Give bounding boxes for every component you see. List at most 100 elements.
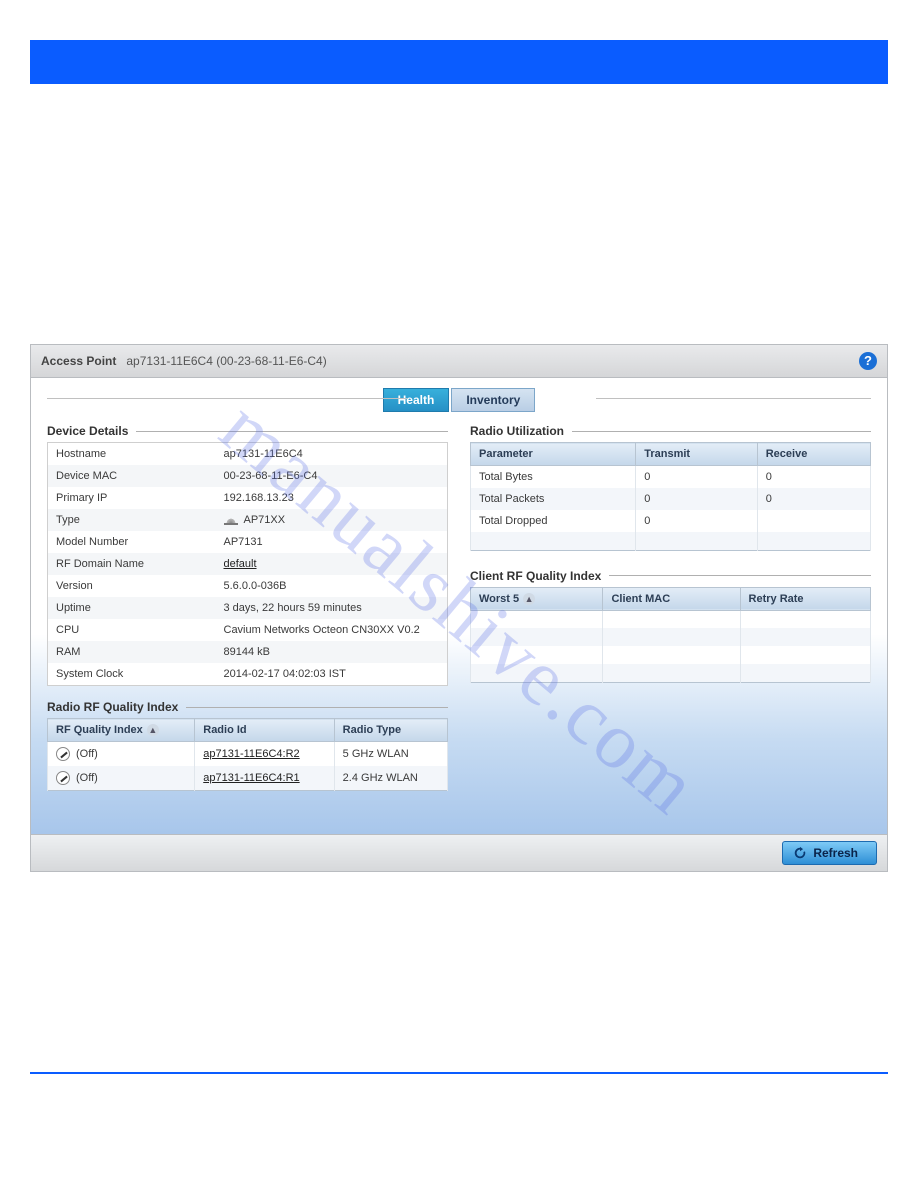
table-row: Uptime3 days, 22 hours 59 minutes [48,597,448,619]
top-banner [30,40,888,84]
rf-status-cell: (Off) [48,742,195,767]
table-row [471,610,871,628]
radio-id-cell[interactable]: ap7131-11E6C4:R2 [195,742,334,767]
table-row: RAM89144 kB [48,641,448,663]
sort-asc-icon[interactable]: ▲ [147,724,159,736]
detail-value: Cavium Networks Octeon CN30XX V0.2 [216,619,448,641]
detail-key: CPU [48,619,216,641]
table-row: Total Dropped0 [471,510,871,532]
footer-bar: Refresh [31,834,887,871]
detail-key: Device MAC [48,465,216,487]
client-rf-legend: Client RF Quality Index [470,569,871,583]
table-row: Total Packets00 [471,488,871,510]
access-point-panel: manualshive.com Access Point ap7131-11E6… [30,344,888,872]
detail-key: Type [48,509,216,531]
panel-title-label: Access Point [41,354,116,368]
client-rf-title: Client RF Quality Index [470,569,609,583]
col-parameter[interactable]: Parameter [471,443,636,466]
table-row: Device MAC00-23-68-11-E6-C4 [48,465,448,487]
col-radio-type[interactable]: Radio Type [334,719,447,742]
detail-key: Uptime [48,597,216,619]
tab-inventory[interactable]: Inventory [451,388,535,412]
refresh-label: Refresh [813,846,858,860]
param-cell: Total Bytes [471,466,636,489]
refresh-icon [793,846,807,860]
page-footer-rule [30,1072,888,1074]
detail-value: 89144 kB [216,641,448,663]
radio-rf-table: RF Quality Index▲ Radio Id Radio Type (O… [47,718,448,791]
param-cell: Total Dropped [471,510,636,532]
client-rf-table: Worst 5▲ Client MAC Retry Rate [470,587,871,683]
rf-status-cell: (Off) [48,766,195,791]
table-row: (Off)ap7131-11E6C4:R25 GHz WLAN [48,742,448,767]
detail-value: 00-23-68-11-E6-C4 [216,465,448,487]
detail-key: Version [48,575,216,597]
table-row [471,664,871,682]
status-off-icon [56,771,70,785]
table-row: RF Domain Namedefault [48,553,448,575]
transmit-cell: 0 [636,488,757,510]
radio-util-table: Parameter Transmit Receive Total Bytes00… [470,442,871,551]
detail-value: 5.6.0.0-036B [216,575,448,597]
device-details-table: Hostnameap7131-11E6C4Device MAC00-23-68-… [47,442,448,686]
table-row: Hostnameap7131-11E6C4 [48,443,448,466]
col-retry-rate[interactable]: Retry Rate [740,587,870,610]
device-details-title: Device Details [47,424,136,438]
table-row: (Off)ap7131-11E6C4:R12.4 GHz WLAN [48,766,448,791]
col-rf-quality[interactable]: RF Quality Index▲ [48,719,195,742]
receive-cell: 0 [757,466,870,489]
transmit-cell: 0 [636,466,757,489]
status-off-icon [56,747,70,761]
panel-titlebar: Access Point ap7131-11E6C4 (00-23-68-11-… [31,345,887,378]
detail-key: Model Number [48,531,216,553]
table-row [471,646,871,664]
refresh-button[interactable]: Refresh [782,841,877,865]
panel-title-sub: ap7131-11E6C4 (00-23-68-11-E6-C4) [126,354,326,368]
detail-key: RAM [48,641,216,663]
radio-type-cell: 2.4 GHz WLAN [334,766,447,791]
sort-asc-icon[interactable]: ▲ [523,593,535,605]
table-row: Version5.6.0.0-036B [48,575,448,597]
tabs: Health Inventory [31,378,887,418]
col-worst5[interactable]: Worst 5▲ [471,587,603,610]
table-row: System Clock2014-02-17 04:02:03 IST [48,663,448,686]
left-column: Device Details Hostnameap7131-11E6C4Devi… [47,424,448,791]
col-transmit[interactable]: Transmit [636,443,757,466]
col-radio-id[interactable]: Radio Id [195,719,334,742]
detail-key: RF Domain Name [48,553,216,575]
transmit-cell: 0 [636,510,757,532]
table-row: Total Bytes00 [471,466,871,489]
table-row: Primary IP192.168.13.23 [48,487,448,509]
radio-rf-title: Radio RF Quality Index [47,700,186,714]
device-details-legend: Device Details [47,424,448,438]
detail-value: AP7131 [216,531,448,553]
radio-id-cell[interactable]: ap7131-11E6C4:R1 [195,766,334,791]
table-row: Model NumberAP7131 [48,531,448,553]
detail-value[interactable]: default [216,553,448,575]
detail-key: Primary IP [48,487,216,509]
receive-cell: 0 [757,488,870,510]
table-row [471,628,871,646]
table-row: CPUCavium Networks Octeon CN30XX V0.2 [48,619,448,641]
detail-value: 2014-02-17 04:02:03 IST [216,663,448,686]
param-cell: Total Packets [471,488,636,510]
tab-health[interactable]: Health [383,388,450,412]
detail-value: ap7131-11E6C4 [216,443,448,466]
radio-util-legend: Radio Utilization [470,424,871,438]
radio-rf-legend: Radio RF Quality Index [47,700,448,714]
device-type-icon [224,515,238,525]
col-receive[interactable]: Receive [757,443,870,466]
radio-util-title: Radio Utilization [470,424,572,438]
detail-value: 192.168.13.23 [216,487,448,509]
detail-value: AP71XX [216,509,448,531]
help-icon[interactable]: ? [859,352,877,370]
receive-cell [757,510,870,532]
table-row [471,532,871,550]
detail-key: System Clock [48,663,216,686]
col-client-mac[interactable]: Client MAC [603,587,740,610]
detail-value: 3 days, 22 hours 59 minutes [216,597,448,619]
radio-type-cell: 5 GHz WLAN [334,742,447,767]
right-column: Radio Utilization Parameter Transmit Rec… [470,424,871,791]
table-row: TypeAP71XX [48,509,448,531]
detail-key: Hostname [48,443,216,466]
